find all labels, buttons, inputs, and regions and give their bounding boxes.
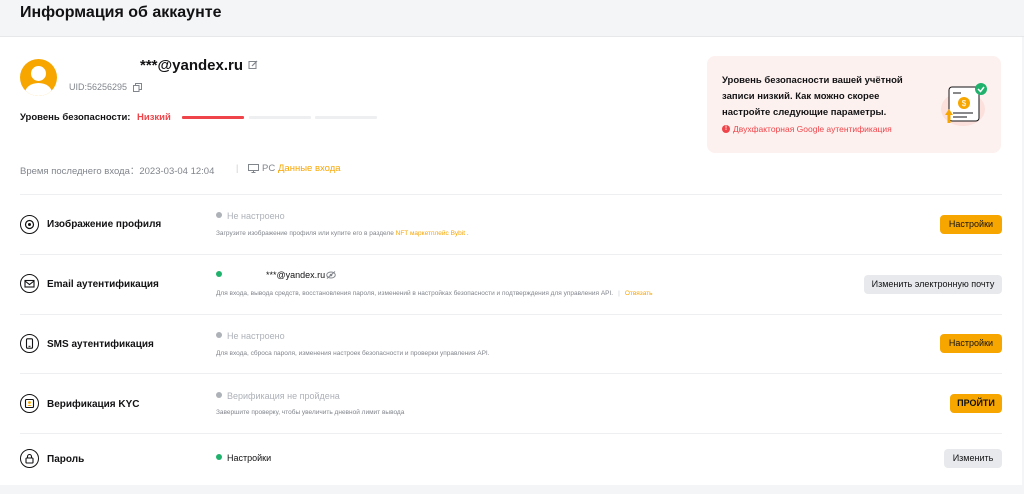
phone-icon [20, 334, 39, 353]
security-illustration-icon: $ [941, 83, 987, 126]
status-email [216, 270, 227, 280]
change-password-button[interactable]: Изменить [944, 449, 1002, 468]
google-2fa-link[interactable]: Двухфакторная Google аутентификация [733, 124, 892, 134]
separator: | [236, 163, 239, 173]
status-profile-image: Не настроено [216, 211, 285, 221]
email-status-value: ***@yandex.ru [266, 270, 326, 280]
status-kyc: Верификация не пройдена [216, 391, 340, 401]
security-level-label: Уровень безопасности: [20, 112, 131, 123]
desc-profile-image: Загрузите изображение профиля или купите… [216, 230, 469, 237]
security-alert: Уровень безопасности вашей учётной запис… [707, 56, 1001, 153]
desc-email: Для входа, вывода средств, восстановлени… [216, 290, 653, 297]
status-password: Настройки [216, 453, 271, 463]
login-data-link[interactable]: Данные входа [278, 163, 341, 174]
row-divider [20, 254, 1002, 255]
row-title-profile-image: Изображение профиля [47, 219, 162, 230]
change-email-button[interactable]: Изменить электронную почту [864, 275, 1002, 294]
eye-icon[interactable] [326, 271, 336, 279]
desc-kyc: Завершите проверку, чтобы увеличить днев… [216, 409, 405, 416]
security-bar-2 [249, 116, 311, 119]
warning-icon: ! [722, 125, 730, 133]
uid-text: UID:56256295 [69, 82, 128, 92]
login-device: PC [262, 163, 276, 174]
security-bar-1 [182, 116, 244, 119]
security-bar-3 [315, 116, 377, 119]
email-icon [20, 274, 39, 293]
edit-icon[interactable] [248, 60, 258, 70]
kyc-verify-button[interactable]: ПРОЙТИ [950, 394, 1002, 413]
security-level-value: Низкий [137, 112, 171, 123]
avatar[interactable] [20, 59, 57, 96]
unlink-email-link[interactable]: Отвязать [625, 290, 653, 297]
status-sms: Не настроено [216, 331, 285, 341]
kyc-icon [20, 394, 39, 413]
monitor-icon [248, 164, 259, 173]
row-title-sms: SMS аутентификация [47, 339, 154, 350]
desc-sms: Для входа, сброса пароля, изменения наст… [216, 350, 490, 357]
row-title-email: Email аутентификация [47, 279, 159, 290]
alert-text: Уровень безопасности вашей учётной запис… [722, 75, 903, 118]
svg-text:$: $ [962, 99, 967, 108]
row-divider [20, 433, 1002, 434]
nft-marketplace-link[interactable]: NFT маркетплейс Bybit [396, 230, 465, 237]
copy-icon[interactable] [133, 83, 142, 92]
page-title: Информация об аккаунте [20, 4, 222, 21]
last-login-time: Время последнего входа：2023-03-04 12:04 [20, 166, 215, 177]
section-divider [20, 194, 1002, 195]
row-title-kyc: Верификация KYC [47, 399, 140, 410]
row-divider [20, 314, 1002, 315]
lock-icon [20, 449, 39, 468]
profile-image-settings-button[interactable]: Настройки [940, 215, 1002, 234]
row-title-password: Пароль [47, 454, 85, 465]
sms-settings-button[interactable]: Настройки [940, 334, 1002, 353]
row-divider [20, 373, 1002, 374]
account-email: ***@yandex.ru [140, 57, 244, 74]
profile-image-icon [20, 215, 39, 234]
